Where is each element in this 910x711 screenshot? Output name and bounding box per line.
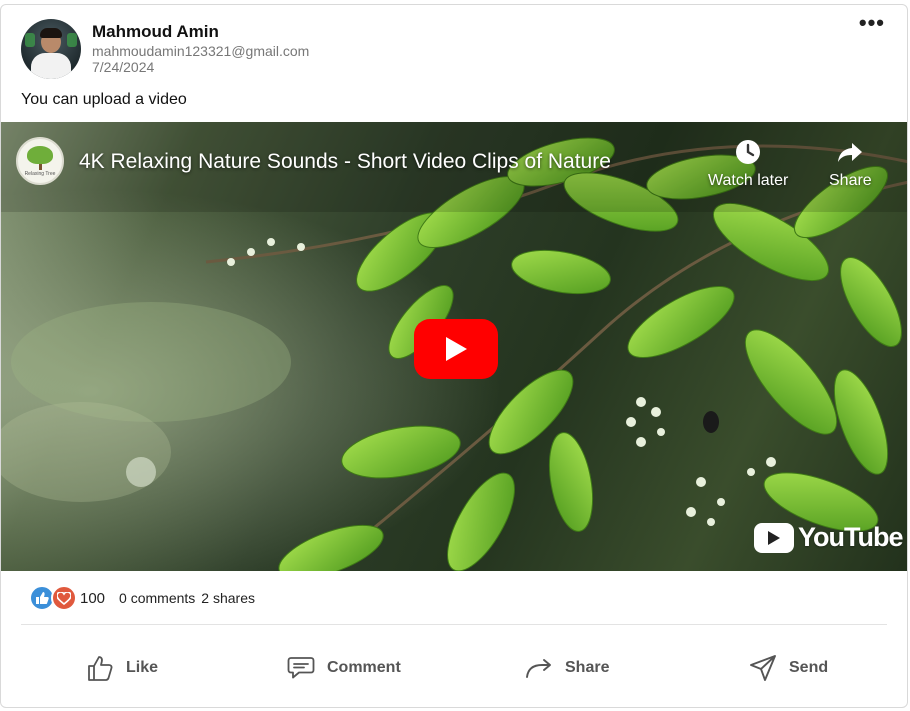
channel-logo[interactable]: Relaxing Tree <box>16 137 64 185</box>
more-options-icon[interactable]: ••• <box>859 12 885 34</box>
send-button[interactable]: Send <box>749 645 828 691</box>
author-meta: Mahmoud Amin mahmoudamin123321@gmail.com… <box>92 21 309 75</box>
comment-icon <box>287 657 315 679</box>
video-title[interactable]: 4K Relaxing Nature Sounds - Short Video … <box>79 150 611 174</box>
comment-button[interactable]: Comment <box>287 645 401 691</box>
play-button[interactable] <box>414 319 498 379</box>
youtube-play-icon <box>754 522 794 553</box>
post-card: Mahmoud Amin mahmoudamin123321@gmail.com… <box>0 4 908 708</box>
send-label: Send <box>789 659 829 676</box>
youtube-logo-text: YouTube <box>798 522 903 552</box>
post-header: Mahmoud Amin mahmoudamin123321@gmail.com… <box>21 19 309 79</box>
author-name[interactable]: Mahmoud Amin <box>92 21 309 43</box>
video-share-label: Share <box>829 172 872 189</box>
comment-label: Comment <box>327 659 401 676</box>
share-icon <box>526 659 551 678</box>
comments-count[interactable]: 0 comments <box>119 590 195 606</box>
thumbs-up-icon <box>88 655 113 681</box>
share-arrow-icon <box>838 143 863 162</box>
share-label: Share <box>565 659 610 676</box>
clock-icon <box>736 140 761 164</box>
play-icon <box>446 337 467 361</box>
post-date: 7/24/2024 <box>92 59 155 75</box>
post-actions: Like Comment Share Send <box>1 645 907 691</box>
video-share-button[interactable]: Share <box>829 138 872 190</box>
send-icon <box>750 655 776 681</box>
author-email: mahmoudamin123321@gmail.com <box>92 43 310 59</box>
post-stats: 100 0 comments 2 shares <box>29 585 261 611</box>
like-label: Like <box>126 659 159 676</box>
video-embed[interactable]: Relaxing Tree 4K Relaxing Nature Sounds … <box>1 122 907 571</box>
avatar[interactable] <box>21 19 81 79</box>
reaction-count[interactable]: 100 <box>80 590 105 607</box>
like-button[interactable]: Like <box>87 645 158 691</box>
youtube-logo[interactable]: YouTube <box>754 522 903 553</box>
channel-logo-caption: Relaxing Tree <box>24 170 56 177</box>
shares-count[interactable]: 2 shares <box>201 590 255 606</box>
post-text: You can upload a video <box>21 91 187 108</box>
share-button[interactable]: Share <box>525 645 609 691</box>
divider <box>21 624 887 625</box>
watch-later-button[interactable]: Watch later <box>708 138 788 190</box>
love-reaction-icon[interactable] <box>51 585 77 611</box>
watch-later-label: Watch later <box>708 172 789 189</box>
